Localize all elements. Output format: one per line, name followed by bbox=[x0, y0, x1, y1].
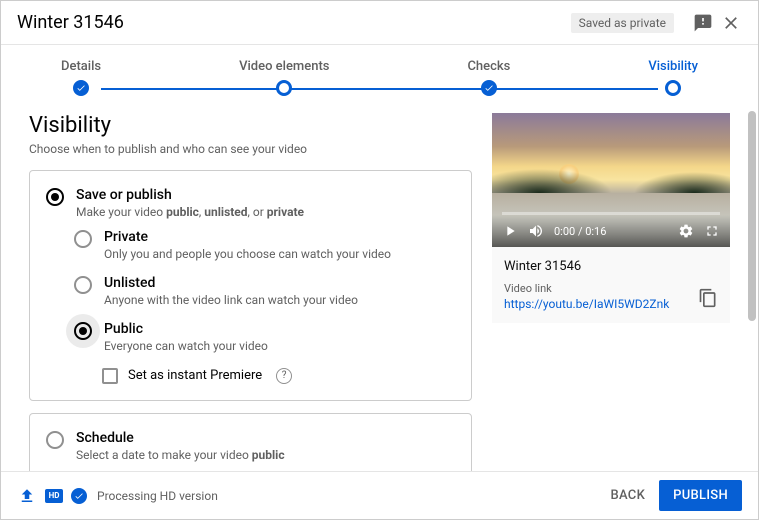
step-video-elements[interactable]: Video elements bbox=[239, 59, 329, 96]
hd-badge-icon: HD bbox=[45, 489, 63, 503]
private-desc: Only you and people you choose can watch… bbox=[104, 247, 391, 261]
option-private[interactable]: Private Only you and people you choose c… bbox=[74, 229, 455, 261]
video-title: Winter 31546 bbox=[17, 12, 571, 33]
unlisted-desc: Anyone with the video link can watch you… bbox=[104, 293, 358, 307]
step-dot-check-icon bbox=[73, 80, 89, 96]
save-publish-desc: Make your video public, unlisted, or pri… bbox=[76, 205, 304, 219]
publish-button[interactable]: PUBLISH bbox=[659, 480, 742, 511]
video-link-label: Video link bbox=[504, 282, 669, 295]
upload-icon bbox=[17, 486, 37, 506]
video-controls: 0:00 / 0:16 bbox=[492, 215, 730, 247]
option-unlisted[interactable]: Unlisted Anyone with the video link can … bbox=[74, 275, 455, 307]
step-checks[interactable]: Checks bbox=[467, 59, 510, 96]
upload-stepper: Details Video elements Checks Visibility bbox=[1, 45, 758, 97]
step-label: Visibility bbox=[648, 59, 698, 74]
save-publish-card: Save or publish Make your video public, … bbox=[29, 170, 472, 401]
schedule-desc: Select a date to make your video public bbox=[76, 448, 285, 462]
dialog-footer: HD Processing HD version BACK PUBLISH bbox=[1, 471, 758, 519]
premiere-checkbox[interactable] bbox=[102, 368, 118, 384]
copy-link-icon[interactable] bbox=[698, 288, 718, 311]
video-time: 0:00 / 0:16 bbox=[554, 225, 606, 238]
step-label: Video elements bbox=[239, 59, 329, 74]
step-details[interactable]: Details bbox=[61, 59, 101, 96]
fullscreen-icon[interactable] bbox=[704, 223, 720, 239]
step-dot-active-icon bbox=[665, 80, 681, 96]
checks-complete-icon bbox=[71, 488, 87, 504]
dialog-content: Visibility Choose when to publish and wh… bbox=[1, 97, 758, 517]
public-radio[interactable] bbox=[74, 322, 92, 340]
step-dot-check-icon bbox=[481, 80, 497, 96]
schedule-option[interactable]: Schedule Select a date to make your vide… bbox=[46, 430, 455, 462]
save-status-chip: Saved as private bbox=[571, 13, 674, 33]
schedule-radio[interactable] bbox=[46, 431, 64, 449]
settings-icon[interactable] bbox=[678, 223, 694, 239]
schedule-card[interactable]: Schedule Select a date to make your vide… bbox=[29, 413, 472, 479]
thumbnail-trees bbox=[492, 153, 730, 193]
step-visibility[interactable]: Visibility bbox=[648, 59, 698, 96]
private-title: Private bbox=[104, 229, 391, 245]
premiere-row[interactable]: Set as instant Premiere ? bbox=[102, 367, 455, 384]
video-thumbnail[interactable]: 0:00 / 0:16 bbox=[492, 113, 730, 247]
visibility-panel: Visibility Choose when to publish and wh… bbox=[29, 113, 472, 457]
feedback-icon[interactable] bbox=[692, 12, 714, 34]
option-public[interactable]: Public Everyone can watch your video bbox=[74, 321, 455, 353]
help-icon[interactable]: ? bbox=[276, 368, 292, 384]
preview-title: Winter 31546 bbox=[504, 259, 718, 274]
visibility-subheading: Choose when to publish and who can see y… bbox=[29, 142, 472, 156]
visibility-sub-options: Private Only you and people you choose c… bbox=[74, 229, 455, 353]
premiere-label: Set as instant Premiere bbox=[128, 368, 262, 383]
footer-status-icons: HD bbox=[17, 486, 87, 506]
video-info-box: Winter 31546 Video link https://youtu.be… bbox=[492, 247, 730, 323]
save-publish-radio[interactable] bbox=[46, 188, 64, 206]
private-radio[interactable] bbox=[74, 230, 92, 248]
volume-icon[interactable] bbox=[528, 223, 544, 239]
stepper-line bbox=[101, 88, 658, 90]
play-icon[interactable] bbox=[502, 223, 518, 239]
unlisted-radio[interactable] bbox=[74, 276, 92, 294]
preview-panel: 0:00 / 0:16 Winter 31546 Video link http… bbox=[492, 113, 730, 457]
video-link[interactable]: https://youtu.be/IaWI5WD2Znk bbox=[504, 297, 669, 311]
scrollbar[interactable] bbox=[748, 111, 756, 321]
dialog-header: Winter 31546 Saved as private bbox=[1, 1, 758, 45]
back-button[interactable]: BACK bbox=[596, 480, 659, 511]
schedule-title: Schedule bbox=[76, 430, 285, 446]
public-title: Public bbox=[104, 321, 268, 337]
public-desc: Everyone can watch your video bbox=[104, 339, 268, 353]
save-publish-option[interactable]: Save or publish Make your video public, … bbox=[46, 187, 455, 219]
radio-ripple bbox=[66, 314, 100, 348]
unlisted-title: Unlisted bbox=[104, 275, 358, 291]
step-label: Checks bbox=[467, 59, 510, 74]
visibility-heading: Visibility bbox=[29, 113, 472, 138]
save-publish-title: Save or publish bbox=[76, 187, 304, 203]
step-label: Details bbox=[61, 59, 101, 74]
processing-status: Processing HD version bbox=[97, 489, 218, 503]
close-icon[interactable] bbox=[720, 12, 742, 34]
step-dot-ring-icon bbox=[276, 80, 292, 96]
